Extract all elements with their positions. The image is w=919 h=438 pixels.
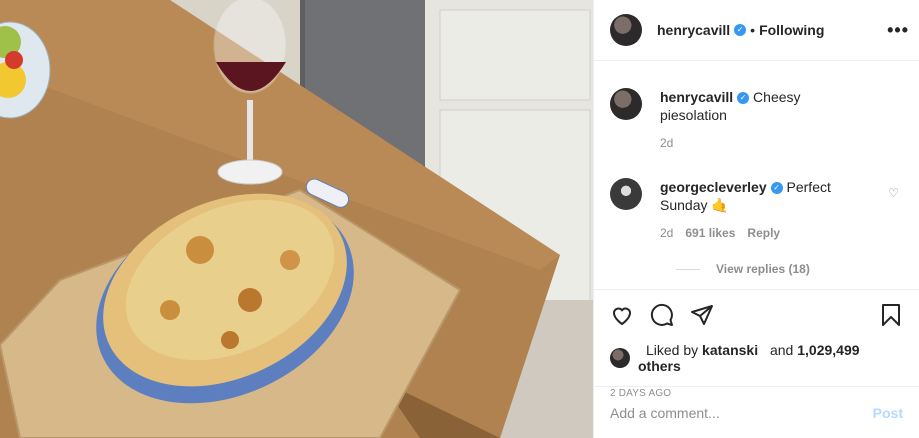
heart-icon[interactable] [610,303,634,327]
more-options-icon[interactable]: ••• [887,20,909,41]
caption-username[interactable]: henrycavill [660,89,733,105]
caption-age: 2d [660,136,674,150]
post-header: henrycavill ✓ • Following ••• [594,0,919,61]
caption: henrycavill ✓ Cheesy piesolation 2d [610,88,903,152]
liked-by: Liked by katanski and 1,029,499 others [610,342,903,374]
liker-avatar[interactable] [610,348,630,368]
view-replies-button[interactable]: View replies (18) [676,262,903,276]
post-photo-image [0,0,593,438]
post-comment-button[interactable]: Post [873,405,903,421]
author-username[interactable]: henrycavill [657,22,730,38]
post-sidebar: henrycavill ✓ • Following ••• henrycavil… [593,0,919,438]
add-comment-input[interactable] [610,404,873,421]
comments-section[interactable]: henrycavill ✓ Cheesy piesolation 2d georg… [594,62,919,289]
verified-badge-icon: ✓ [734,24,747,36]
comment-like-heart-icon[interactable]: ♡ [888,186,899,200]
instagram-post: henrycavill ✓ • Following ••• henrycavil… [0,0,919,438]
caption-avatar[interactable] [610,88,642,120]
send-icon[interactable] [690,303,714,327]
commenter-username[interactable]: georgecleverley [660,179,767,195]
comment-icon[interactable] [650,303,674,327]
action-icons [610,290,903,340]
verified-badge-icon: ✓ [737,92,750,105]
liked-by-user[interactable]: katanski [702,342,758,358]
bookmark-icon[interactable] [879,303,903,327]
following-button[interactable]: Following [759,22,824,38]
add-comment-bar: Post [594,386,919,438]
reply-button[interactable]: Reply [747,226,780,240]
verified-badge-icon: ✓ [770,182,783,195]
liked-by-prefix: Liked by [646,342,699,358]
post-actions: Liked by katanski and 1,029,499 others 2… [594,289,919,399]
liked-by-joiner: and [769,342,794,358]
comment-item: georgecleverley ✓ Perfect Sunday 🤙 2d 691 … [610,178,903,242]
comment-likes[interactable]: 691 likes [685,226,735,240]
view-replies-label[interactable]: View replies (18) [716,262,810,276]
comment-age: 2d [660,226,674,240]
replies-divider [676,268,700,270]
author-avatar[interactable] [610,14,642,46]
header-separator: • [750,22,756,38]
commenter-avatar[interactable] [610,178,642,210]
post-photo[interactable] [0,0,593,438]
